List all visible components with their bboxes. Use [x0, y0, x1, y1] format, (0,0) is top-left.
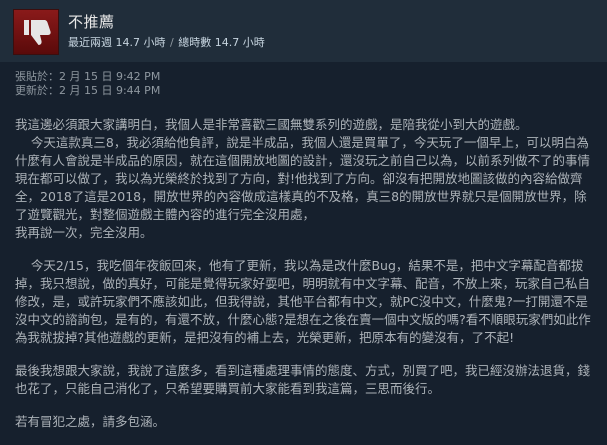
review-paragraph-1: 我這邊必須跟大家講明白，我個人是非常喜歡三國無雙系列的遊戲，是陪我從小到大的遊戲…: [15, 117, 591, 240]
review-verdict: 不推薦: [68, 13, 115, 31]
review-paragraph-4: 若有冒犯之處，請多包涵。: [15, 414, 166, 429]
recent-hours-label: 最近兩週: [68, 36, 112, 49]
review-paragraph-2: 今天2/15，我吃個年夜飯回來，他有了更新，我以為是改什麼Bug，結果不是，把中…: [15, 258, 591, 345]
review-paragraph-3: 最後我想跟大家說，我說了這麼多，看到這種處理事情的態度、方式，別買了吧，我已經沒…: [15, 363, 591, 396]
updated-date: 更新於：2 月 15 日 9:44 PM: [15, 84, 161, 97]
total-hours-label: 總時數: [178, 36, 212, 49]
review-header: 不推薦 最近兩週 14.7 小時 / 總時數 14.7 小時: [0, 0, 607, 62]
hours-separator: /: [170, 36, 174, 49]
thumbs-down-icon: [13, 9, 59, 55]
recent-hours-value: 14.7 小時: [115, 36, 166, 49]
total-hours-value: 14.7 小時: [214, 36, 265, 49]
playtime-summary: 最近兩週 14.7 小時 / 總時數 14.7 小時: [68, 34, 265, 50]
posted-date: 張貼於：2 月 15 日 9:42 PM: [15, 70, 161, 83]
review-body: 我這邊必須跟大家講明白，我個人是非常喜歡三國無雙系列的遊戲，是陪我從小到大的遊戲…: [15, 116, 595, 431]
review-dates: 張貼於：2 月 15 日 9:42 PM 更新於：2 月 15 日 9:44 P…: [15, 70, 160, 98]
